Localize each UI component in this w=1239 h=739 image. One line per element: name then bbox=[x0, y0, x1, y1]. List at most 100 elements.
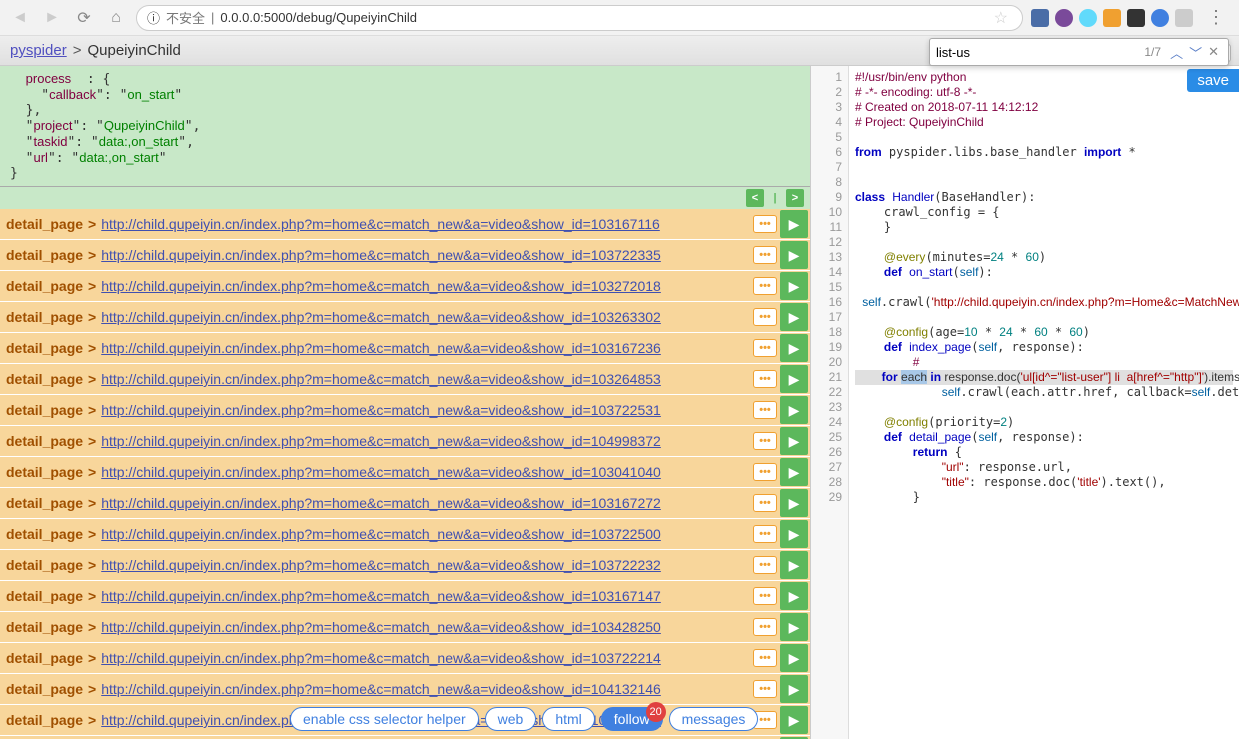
row-details-button[interactable]: ••• bbox=[753, 215, 777, 233]
bookmark-icon[interactable]: ☆ bbox=[994, 8, 1008, 28]
row-run-button[interactable]: ▶ bbox=[780, 551, 808, 579]
ext-icon-6[interactable] bbox=[1151, 9, 1169, 27]
row-details-button[interactable]: ••• bbox=[753, 494, 777, 512]
nav-prev[interactable]: < bbox=[746, 189, 764, 207]
row-details-button[interactable]: ••• bbox=[753, 556, 777, 574]
back-button[interactable]: ◄ bbox=[8, 6, 32, 30]
task-json: process : { "callback": "on_start" }, "p… bbox=[0, 66, 810, 187]
forward-button[interactable]: ► bbox=[40, 6, 64, 30]
row-details-button[interactable]: ••• bbox=[753, 463, 777, 481]
row-url-link[interactable]: http://child.qupeiyin.cn/index.php?m=hom… bbox=[101, 495, 750, 511]
messages-button[interactable]: messages bbox=[669, 707, 759, 731]
url-row: detail_page>http://child.qupeiyin.cn/ind… bbox=[0, 395, 810, 426]
find-close[interactable]: ✕ bbox=[1205, 44, 1222, 60]
row-details-button[interactable]: ••• bbox=[753, 308, 777, 326]
row-details-button[interactable]: ••• bbox=[753, 370, 777, 388]
url-row: detail_page>http://child.qupeiyin.cn/ind… bbox=[0, 550, 810, 581]
ext-icon-2[interactable] bbox=[1055, 9, 1073, 27]
follow-button[interactable]: follow 20 bbox=[601, 707, 663, 731]
row-details-button[interactable]: ••• bbox=[753, 246, 777, 264]
row-run-button[interactable]: ▶ bbox=[780, 613, 808, 641]
info-icon: ⓘ bbox=[147, 8, 160, 27]
row-details-button[interactable]: ••• bbox=[753, 432, 777, 450]
row-callback: detail_page bbox=[6, 557, 83, 573]
row-run-button[interactable]: ▶ bbox=[780, 241, 808, 269]
row-callback: detail_page bbox=[6, 712, 83, 728]
row-run-button[interactable]: ▶ bbox=[780, 458, 808, 486]
row-callback: detail_page bbox=[6, 433, 83, 449]
url-row: detail_page>http://child.qupeiyin.cn/ind… bbox=[0, 519, 810, 550]
row-details-button[interactable]: ••• bbox=[753, 649, 777, 667]
row-callback: detail_page bbox=[6, 371, 83, 387]
url-row: detail_page>http://child.qupeiyin.cn/ind… bbox=[0, 674, 810, 705]
ext-icon-4[interactable] bbox=[1103, 9, 1121, 27]
row-run-button[interactable]: ▶ bbox=[780, 489, 808, 517]
row-url-link[interactable]: http://child.qupeiyin.cn/index.php?m=hom… bbox=[101, 309, 750, 325]
url-row: detail_page>http://child.qupeiyin.cn/ind… bbox=[0, 364, 810, 395]
html-button[interactable]: html bbox=[542, 707, 594, 731]
row-url-link[interactable]: http://child.qupeiyin.cn/index.php?m=hom… bbox=[101, 619, 750, 635]
nav-arrows: < | > bbox=[0, 187, 810, 209]
app-link[interactable]: pyspider bbox=[10, 42, 67, 59]
ext-icon-5[interactable] bbox=[1127, 9, 1145, 27]
row-run-button[interactable]: ▶ bbox=[780, 365, 808, 393]
line-gutter: 1234567891011121314151617181920212223242… bbox=[811, 66, 849, 739]
row-url-link[interactable]: http://child.qupeiyin.cn/index.php?m=hom… bbox=[101, 402, 750, 418]
row-run-button[interactable]: ▶ bbox=[780, 210, 808, 238]
nav-next[interactable]: > bbox=[786, 189, 804, 207]
row-run-button[interactable]: ▶ bbox=[780, 334, 808, 362]
project-name: QupeiyinChild bbox=[87, 42, 180, 59]
find-prev[interactable]: ︿ bbox=[1167, 43, 1186, 62]
row-url-link[interactable]: http://child.qupeiyin.cn/index.php?m=hom… bbox=[101, 526, 750, 542]
row-details-button[interactable]: ••• bbox=[753, 618, 777, 636]
row-details-button[interactable]: ••• bbox=[753, 680, 777, 698]
row-run-button[interactable]: ▶ bbox=[780, 644, 808, 672]
reload-button[interactable]: ⟳ bbox=[72, 6, 96, 30]
row-run-button[interactable]: ▶ bbox=[780, 396, 808, 424]
row-details-button[interactable]: ••• bbox=[753, 277, 777, 295]
url-row: detail_page>http://child.qupeiyin.cn/ind… bbox=[0, 488, 810, 519]
row-run-button[interactable]: ▶ bbox=[780, 303, 808, 331]
ext-icon-3[interactable] bbox=[1079, 9, 1097, 27]
row-details-button[interactable]: ••• bbox=[753, 401, 777, 419]
row-url-link[interactable]: http://child.qupeiyin.cn/index.php?m=hom… bbox=[101, 588, 750, 604]
follow-count-badge: 20 bbox=[646, 702, 666, 722]
find-next[interactable]: ﹀ bbox=[1186, 43, 1205, 62]
ext-icon-7[interactable] bbox=[1175, 9, 1193, 27]
home-button[interactable]: ⌂ bbox=[104, 6, 128, 30]
url-row: detail_page>http://child.qupeiyin.cn/ind… bbox=[0, 426, 810, 457]
row-run-button[interactable]: ▶ bbox=[780, 427, 808, 455]
find-input[interactable] bbox=[936, 45, 1138, 60]
row-url-link[interactable]: http://child.qupeiyin.cn/index.php?m=hom… bbox=[101, 433, 750, 449]
row-url-link[interactable]: http://child.qupeiyin.cn/index.php?m=hom… bbox=[101, 278, 750, 294]
row-run-button[interactable]: ▶ bbox=[780, 706, 808, 734]
save-button[interactable]: save bbox=[1187, 69, 1239, 92]
row-url-link[interactable]: http://child.qupeiyin.cn/index.php?m=hom… bbox=[101, 681, 750, 697]
row-run-button[interactable]: ▶ bbox=[780, 272, 808, 300]
url-text: 0.0.0.0:5000/debug/QupeiyinChild bbox=[220, 10, 987, 25]
ext-icon-1[interactable] bbox=[1031, 9, 1049, 27]
row-details-button[interactable]: ••• bbox=[753, 339, 777, 357]
row-callback: detail_page bbox=[6, 309, 83, 325]
row-run-button[interactable]: ▶ bbox=[780, 675, 808, 703]
row-url-link[interactable]: http://child.qupeiyin.cn/index.php?m=hom… bbox=[101, 464, 750, 480]
address-bar[interactable]: ⓘ 不安全 | 0.0.0.0:5000/debug/QupeiyinChild… bbox=[136, 5, 1023, 31]
row-url-link[interactable]: http://child.qupeiyin.cn/index.php?m=hom… bbox=[101, 216, 750, 232]
row-callback: detail_page bbox=[6, 278, 83, 294]
css-helper-button[interactable]: enable css selector helper bbox=[290, 707, 479, 731]
row-run-button[interactable]: ▶ bbox=[780, 582, 808, 610]
browser-menu[interactable]: ⋮ bbox=[1201, 7, 1231, 28]
row-url-link[interactable]: http://child.qupeiyin.cn/index.php?m=hom… bbox=[101, 371, 750, 387]
url-row: detail_page>http://child.qupeiyin.cn/ind… bbox=[0, 302, 810, 333]
row-run-button[interactable]: ▶ bbox=[780, 520, 808, 548]
row-url-link[interactable]: http://child.qupeiyin.cn/index.php?m=hom… bbox=[101, 340, 750, 356]
browser-toolbar: ◄ ► ⟳ ⌂ ⓘ 不安全 | 0.0.0.0:5000/debug/Qupei… bbox=[0, 0, 1239, 36]
row-url-link[interactable]: http://child.qupeiyin.cn/index.php?m=hom… bbox=[101, 557, 750, 573]
code-content[interactable]: #!/usr/bin/env python # -*- encoding: ut… bbox=[849, 66, 1239, 739]
web-button[interactable]: web bbox=[485, 707, 537, 731]
row-url-link[interactable]: http://child.qupeiyin.cn/index.php?m=hom… bbox=[101, 650, 750, 666]
row-url-link[interactable]: http://child.qupeiyin.cn/index.php?m=hom… bbox=[101, 247, 750, 263]
row-details-button[interactable]: ••• bbox=[753, 525, 777, 543]
extensions bbox=[1031, 9, 1193, 27]
row-details-button[interactable]: ••• bbox=[753, 587, 777, 605]
